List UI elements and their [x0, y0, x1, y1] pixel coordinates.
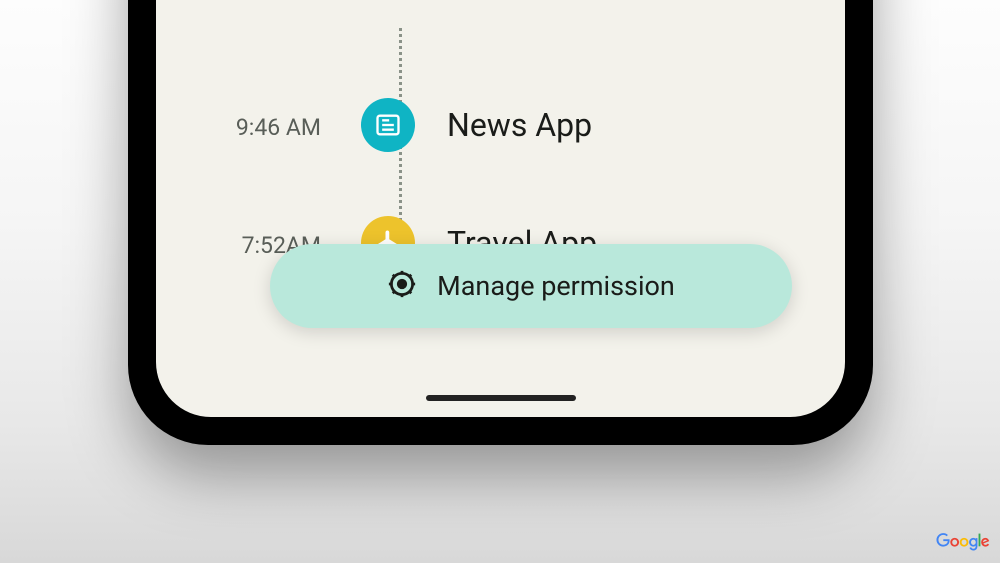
nav-handle[interactable]	[426, 395, 576, 401]
timeline-connector	[399, 146, 402, 221]
timeline-row[interactable]: 9:46 AM News App	[156, 98, 845, 152]
phone-frame: 9:46 AM News App 7:52AM	[128, 0, 873, 445]
permission-timeline: 9:46 AM News App 7:52AM	[156, 28, 845, 417]
manage-permission-button[interactable]: Manage permission	[270, 244, 792, 328]
timeline-connector	[399, 28, 402, 103]
gear-icon	[387, 269, 417, 303]
phone-screen: 9:46 AM News App 7:52AM	[156, 0, 845, 417]
news-icon	[361, 98, 415, 152]
google-logo	[936, 533, 990, 555]
timeline-time: 9:46 AM	[156, 110, 361, 141]
manage-permission-label: Manage permission	[437, 270, 675, 302]
timeline-app-name: News App	[447, 106, 592, 144]
